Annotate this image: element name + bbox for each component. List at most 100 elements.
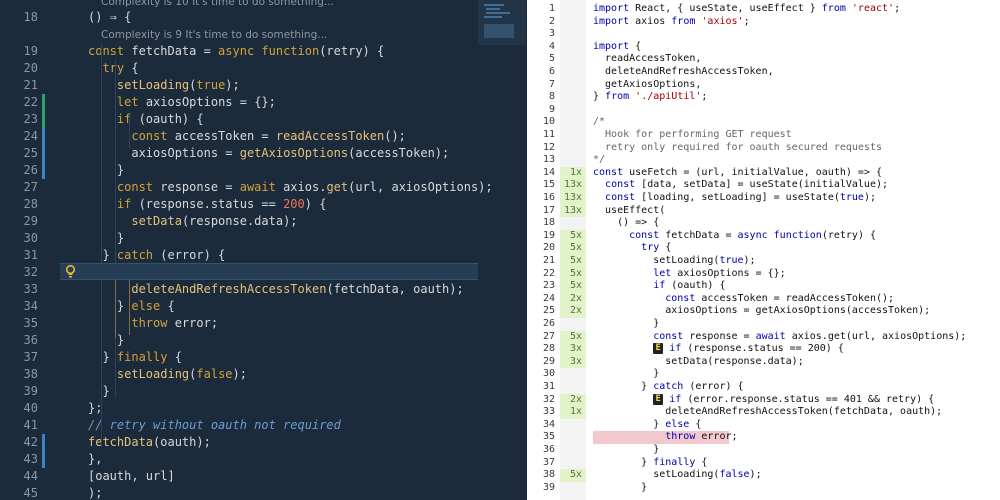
report-line: 6 deleteAndRefreshAccessToken, (527, 66, 1000, 79)
report-line-number[interactable]: 19 (527, 230, 555, 243)
report-line-number[interactable]: 7 (527, 79, 555, 92)
editor-line[interactable]: 45); (0, 485, 527, 500)
report-line-number[interactable]: 14 (527, 167, 555, 180)
report-code-text: } (593, 368, 660, 380)
report-line-number[interactable]: 9 (527, 104, 555, 117)
report-code-text: () => { (593, 217, 660, 229)
hit-count: 5x (560, 280, 586, 293)
code-editor[interactable]: Complexity is 10 It's time to do somethi… (0, 0, 527, 500)
report-line-number[interactable]: 38 (527, 469, 555, 482)
line-number: 34 (23, 299, 38, 313)
editor-line[interactable]: 22 let axiosOptions = {}; (0, 94, 527, 111)
git-change-marker[interactable] (42, 111, 45, 128)
report-line-number[interactable]: 25 (527, 305, 555, 318)
editor-line[interactable]: 40}; (0, 400, 527, 417)
report-line-number[interactable]: 10 (527, 116, 555, 129)
report-line-number[interactable]: 28 (527, 343, 555, 356)
report-line-number[interactable]: 35 (527, 431, 555, 444)
editor-line[interactable]: 30 } (0, 230, 527, 247)
editor-line[interactable]: 24 const accessToken = readAccessToken()… (0, 128, 527, 145)
git-change-marker[interactable] (42, 162, 45, 179)
report-line-number[interactable]: 34 (527, 419, 555, 432)
line-number: 42 (23, 435, 38, 449)
report-line-number[interactable]: 20 (527, 242, 555, 255)
report-line-number[interactable]: 13 (527, 154, 555, 167)
line-number: 39 (23, 384, 38, 398)
report-code-text: setLoading(true); (593, 255, 756, 266)
minimap-viewport[interactable] (484, 24, 514, 38)
editor-line[interactable]: 20 try { (0, 60, 527, 77)
editor-line[interactable]: 23 if (oauth) { (0, 111, 527, 128)
git-change-marker[interactable] (42, 145, 45, 162)
git-change-marker[interactable] (42, 128, 45, 145)
editor-line[interactable]: 41 // retry without oauth not required (0, 417, 527, 434)
report-line-number[interactable]: 4 (527, 41, 555, 54)
editor-line[interactable]: 25 axiosOptions = getAxiosOptions(access… (0, 145, 527, 162)
lightbulb-icon[interactable] (65, 265, 76, 278)
report-line-number[interactable]: 12 (527, 142, 555, 155)
editor-line[interactable]: 28 if (response.status == 200) { (0, 196, 527, 213)
report-line-number[interactable]: 30 (527, 368, 555, 381)
report-line-number[interactable]: 22 (527, 268, 555, 281)
report-line-number[interactable]: 31 (527, 381, 555, 394)
editor-line[interactable]: 39 } (0, 383, 527, 400)
report-code-text: } from './apiUtil'; (593, 91, 708, 103)
report-line-number[interactable]: 27 (527, 331, 555, 344)
report-line-number[interactable]: 32 (527, 394, 555, 407)
report-line-number[interactable]: 21 (527, 255, 555, 268)
editor-line[interactable]: 34 } else { (0, 298, 527, 315)
editor-line[interactable]: 44 [oauth, url] (0, 468, 527, 485)
report-line-number[interactable]: 23 (527, 280, 555, 293)
editor-line[interactable]: 33 deleteAndRefreshAccessToken(fetchData… (0, 281, 527, 298)
report-code-text: } catch (error) { (593, 381, 744, 392)
git-change-marker[interactable] (42, 434, 45, 451)
report-line-number[interactable]: 29 (527, 356, 555, 369)
editor-line[interactable]: 26 } (0, 162, 527, 179)
report-line-number[interactable]: 39 (527, 482, 555, 495)
hit-count: 13x (560, 192, 586, 205)
editor-line[interactable]: 35 throw error; (0, 315, 527, 332)
report-code-text: /* (593, 116, 606, 128)
codelens-complexity[interactable]: Complexity is 10 It's time to do somethi… (101, 0, 334, 9)
report-line-number[interactable]: 24 (527, 293, 555, 306)
report-line-number[interactable]: 33 (527, 406, 555, 419)
editor-line[interactable]: 37 } finally { (0, 349, 527, 366)
codelens-complexity[interactable]: Complexity is 9 It's time to do somethin… (101, 28, 327, 42)
editor-line[interactable]: 36 } (0, 332, 527, 349)
report-line-number[interactable]: 16 (527, 192, 555, 205)
line-number: 20 (23, 61, 38, 75)
editor-line[interactable]: 43}, (0, 451, 527, 468)
report-line-number[interactable]: 3 (527, 28, 555, 41)
report-line-number[interactable]: 18 (527, 217, 555, 230)
git-change-marker[interactable] (42, 451, 45, 468)
report-line-number[interactable]: 37 (527, 457, 555, 470)
editor-line[interactable]: 29 setData(response.data); (0, 213, 527, 230)
report-code-text: setLoading(false); (593, 469, 762, 481)
report-line-number[interactable]: 1 (527, 3, 555, 16)
editor-line[interactable]: 18 () ⇒ { (0, 9, 527, 26)
line-number: 22 (23, 95, 38, 109)
line-number: 27 (23, 180, 38, 194)
report-line-number[interactable]: 11 (527, 129, 555, 142)
report-line-number[interactable]: 36 (527, 444, 555, 457)
report-line-number[interactable]: 6 (527, 66, 555, 79)
line-number: 19 (23, 44, 38, 58)
report-line-number[interactable]: 2 (527, 16, 555, 29)
report-line-number[interactable]: 8 (527, 91, 555, 104)
editor-line[interactable]: 38 setLoading(false); (0, 366, 527, 383)
report-line-number[interactable]: 26 (527, 318, 555, 331)
report-code-text: const accessToken = readAccessToken(); (665, 292, 895, 304)
report-line: 22 5x let axiosOptions = {}; (527, 267, 1000, 281)
editor-line[interactable]: 42 fetchData(oauth); (0, 434, 527, 451)
editor-line[interactable]: 21 setLoading(true); (0, 77, 527, 94)
report-line-number[interactable]: 17 (527, 205, 555, 218)
editor-line[interactable]: 27 const response = await axios.get(url,… (0, 179, 527, 196)
report-line: 7 getAxiosOptions, (527, 79, 1000, 92)
indent-guide (129, 114, 130, 148)
editor-line[interactable]: 19 const fetchData = async function(retry… (0, 43, 527, 60)
report-line-number[interactable]: 5 (527, 53, 555, 66)
git-change-marker[interactable] (42, 94, 45, 111)
editor-line[interactable]: 31 } catch (error) { (0, 247, 527, 264)
report-line-number[interactable]: 15 (527, 179, 555, 192)
code-text: const response = await axios.get(url, ax… (116, 180, 493, 194)
